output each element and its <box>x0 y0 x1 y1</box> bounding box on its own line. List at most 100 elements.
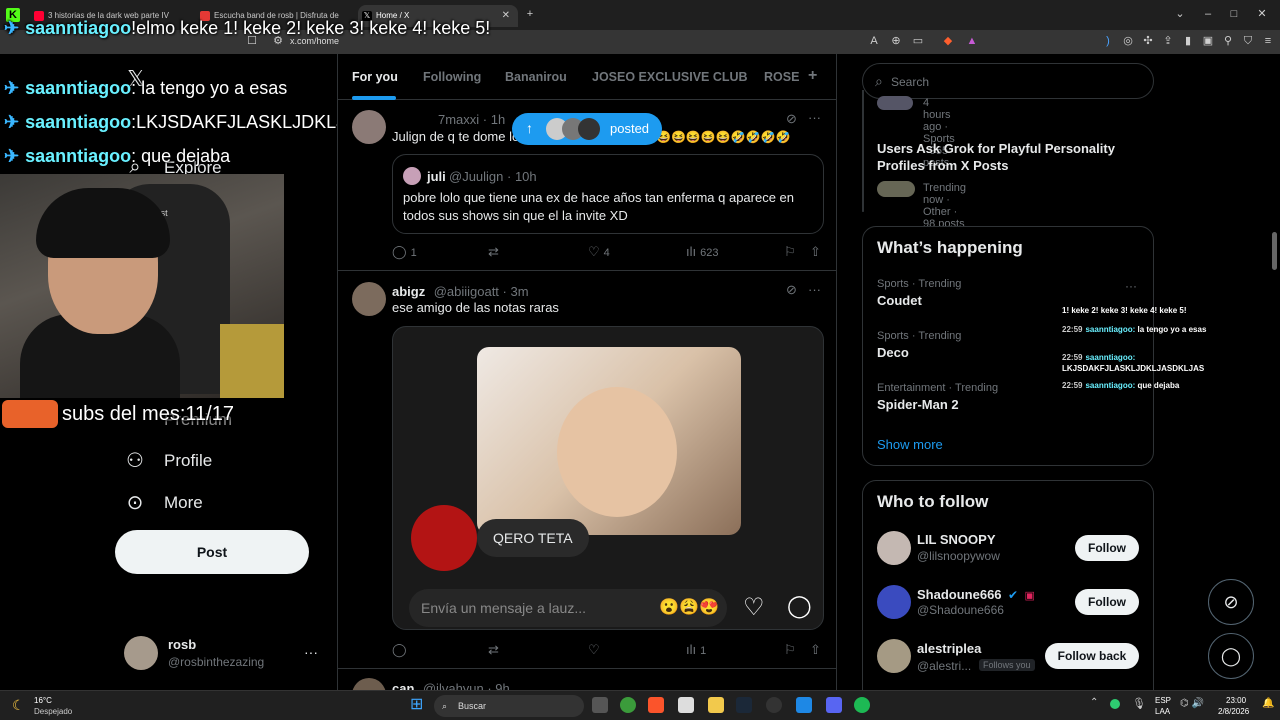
follow-button[interactable]: Follow <box>1075 535 1139 561</box>
close-window-icon[interactable]: ✕ <box>1256 8 1268 20</box>
extension-icon[interactable]: ) <box>1102 35 1114 47</box>
translate-icon[interactable]: A <box>868 35 880 47</box>
obs-icon[interactable] <box>766 697 782 713</box>
nav-more[interactable]: More <box>164 493 203 513</box>
taskbar-search[interactable]: ⌕ Buscar <box>434 695 584 717</box>
share-button[interactable]: ⇧ <box>810 244 825 260</box>
tweet-handle[interactable]: 7maxxi · 1h <box>438 112 505 127</box>
search-input[interactable]: ⌕ Search <box>862 63 1154 99</box>
task-view-icon[interactable] <box>592 697 608 713</box>
user-handle: @Shadoune666 <box>917 603 1004 617</box>
avatar[interactable] <box>124 636 158 670</box>
add-tab-icon[interactable]: + <box>808 67 817 85</box>
sidebar-icon[interactable]: ▮ <box>1182 35 1194 47</box>
more-horizontal-icon[interactable]: ··· <box>1125 279 1137 293</box>
tab-joseo[interactable]: JOSEO EXCLUSIVE CLUB <box>592 70 748 84</box>
trend-item[interactable]: Spider-Man 2 <box>877 397 959 412</box>
avatar[interactable] <box>877 585 911 619</box>
mini-chat-line: 22:59 saanntiagoo: la tengo yo a esas <box>1062 325 1207 334</box>
messages-float-button[interactable]: ◯ <box>1208 633 1254 679</box>
avatar[interactable] <box>352 282 386 316</box>
clock-date[interactable]: 2/8/2026 <box>1218 707 1249 716</box>
more-horizontal-icon[interactable]: ··· <box>304 644 318 660</box>
timeline-tabs: For you Following Bananirou JOSEO EXCLUS… <box>338 54 836 100</box>
more-horizontal-icon[interactable]: ··· <box>808 110 821 125</box>
new-tab-icon[interactable]: + <box>524 8 536 20</box>
post-button[interactable]: Post <box>115 530 309 574</box>
reply-button[interactable]: ◯ 1 <box>392 244 417 260</box>
new-posts-pill[interactable]: ↑ posted <box>512 113 662 145</box>
windows-start-icon[interactable]: ⊞ <box>410 697 426 713</box>
clock-time[interactable]: 23:00 <box>1226 696 1246 705</box>
avatar[interactable] <box>352 110 386 144</box>
tweet-header[interactable]: can @ilvahyun · 9h <box>392 680 510 690</box>
steam-icon[interactable] <box>736 697 752 713</box>
store-icon[interactable] <box>678 697 694 713</box>
trend-item[interactable]: Coudet <box>877 293 922 308</box>
like-button[interactable]: ♡ 4 <box>588 244 610 260</box>
user-name[interactable]: LIL SNOOPY <box>917 532 996 547</box>
tweet-media[interactable]: QERO TETA Envía un mensaje a lauz... 😮😩😍… <box>392 326 824 630</box>
trend-title[interactable]: Users Ask Grok for Playful Personality P… <box>877 140 1137 174</box>
screenshot-icon[interactable]: ▭ <box>912 35 924 47</box>
menu-icon[interactable]: ≡ <box>1262 35 1274 47</box>
reply-button[interactable]: ◯ <box>392 642 411 658</box>
lang-indicator-2[interactable]: LAA <box>1155 707 1170 716</box>
folder-icon[interactable] <box>708 697 724 713</box>
grok-icon[interactable]: ⊘ <box>786 282 797 298</box>
zoom-icon[interactable]: ⊕ <box>890 35 902 47</box>
tab-bananirou[interactable]: Bananirou <box>505 70 567 84</box>
user-name-row[interactable]: Shadoune666 ✔ ▣ <box>917 586 1035 604</box>
mic-icon[interactable]: 🎙 <box>1132 697 1146 710</box>
bookmark-button[interactable]: ⚐ <box>784 244 800 260</box>
tab-for-you[interactable]: For you <box>352 70 398 84</box>
repost-button[interactable]: ⇄ <box>488 244 503 260</box>
like-button[interactable]: ♡ <box>588 642 604 658</box>
nav-profile[interactable]: Profile <box>164 451 212 471</box>
trend-item[interactable]: Deco <box>877 345 909 360</box>
minimize-icon[interactable]: – <box>1202 8 1214 20</box>
scrollbar-thumb[interactable] <box>1272 232 1277 270</box>
maximize-icon[interactable]: □ <box>1228 8 1240 20</box>
grok-icon[interactable]: ⊘ <box>786 111 797 127</box>
close-icon[interactable]: ✕ <box>502 5 510 27</box>
bookmark-button[interactable]: ⚐ <box>784 642 800 658</box>
wallet-icon[interactable]: ▣ <box>1202 35 1214 47</box>
weather-desc[interactable]: Despejado <box>34 707 72 716</box>
brave-icon[interactable] <box>648 697 664 713</box>
avatar[interactable] <box>352 678 386 690</box>
chrome-icon[interactable] <box>620 697 636 713</box>
discord-icon[interactable] <box>826 697 842 713</box>
follow-button[interactable]: Follow <box>1075 589 1139 615</box>
notification-icon[interactable]: 🔔 <box>1262 698 1274 709</box>
lang-indicator[interactable]: ESP <box>1155 696 1171 705</box>
avatar[interactable] <box>877 531 911 565</box>
user-name[interactable]: alestriplea <box>917 641 981 656</box>
views-button[interactable]: ılı 623 <box>686 244 718 259</box>
chevron-up-icon[interactable]: ⌃ <box>1090 697 1098 708</box>
vpn-icon[interactable]: ⚲ <box>1222 35 1234 47</box>
tab-rose[interactable]: ROSE <box>764 70 799 84</box>
tab-following[interactable]: Following <box>423 70 481 84</box>
follow-back-button[interactable]: Follow back <box>1045 643 1139 669</box>
more-horizontal-icon[interactable]: ··· <box>808 282 821 297</box>
brave-rewards-icon[interactable]: ▲ <box>966 35 978 47</box>
verified-icon: ✔ <box>1007 588 1019 602</box>
share-button[interactable]: ⇧ <box>810 642 825 658</box>
chevron-down-icon[interactable]: ⌄ <box>1174 8 1186 20</box>
show-more-link[interactable]: Show more <box>877 437 943 452</box>
shield-icon[interactable]: ⛉ <box>1242 35 1254 47</box>
puzzle-icon[interactable]: ✣ <box>1142 35 1154 47</box>
extension-icon[interactable]: ◎ <box>1122 35 1134 47</box>
quote-tweet[interactable]: juli @Juulign · 10h pobre lolo que tiene… <box>392 154 824 234</box>
brave-shield-icon[interactable]: ◆ <box>942 35 954 47</box>
network-icon[interactable]: ⌬ 🔊 <box>1180 698 1204 709</box>
grok-float-button[interactable]: ⊘ <box>1208 579 1254 625</box>
avatar[interactable] <box>877 639 911 673</box>
cursor-icon[interactable] <box>796 697 812 713</box>
weather-temp[interactable]: 16°C <box>34 696 52 705</box>
repost-button[interactable]: ⇄ <box>488 642 503 658</box>
spotify-icon[interactable] <box>854 697 870 713</box>
views-button[interactable]: ılı 1 <box>686 642 706 657</box>
share-icon[interactable]: ⇪ <box>1162 35 1174 47</box>
